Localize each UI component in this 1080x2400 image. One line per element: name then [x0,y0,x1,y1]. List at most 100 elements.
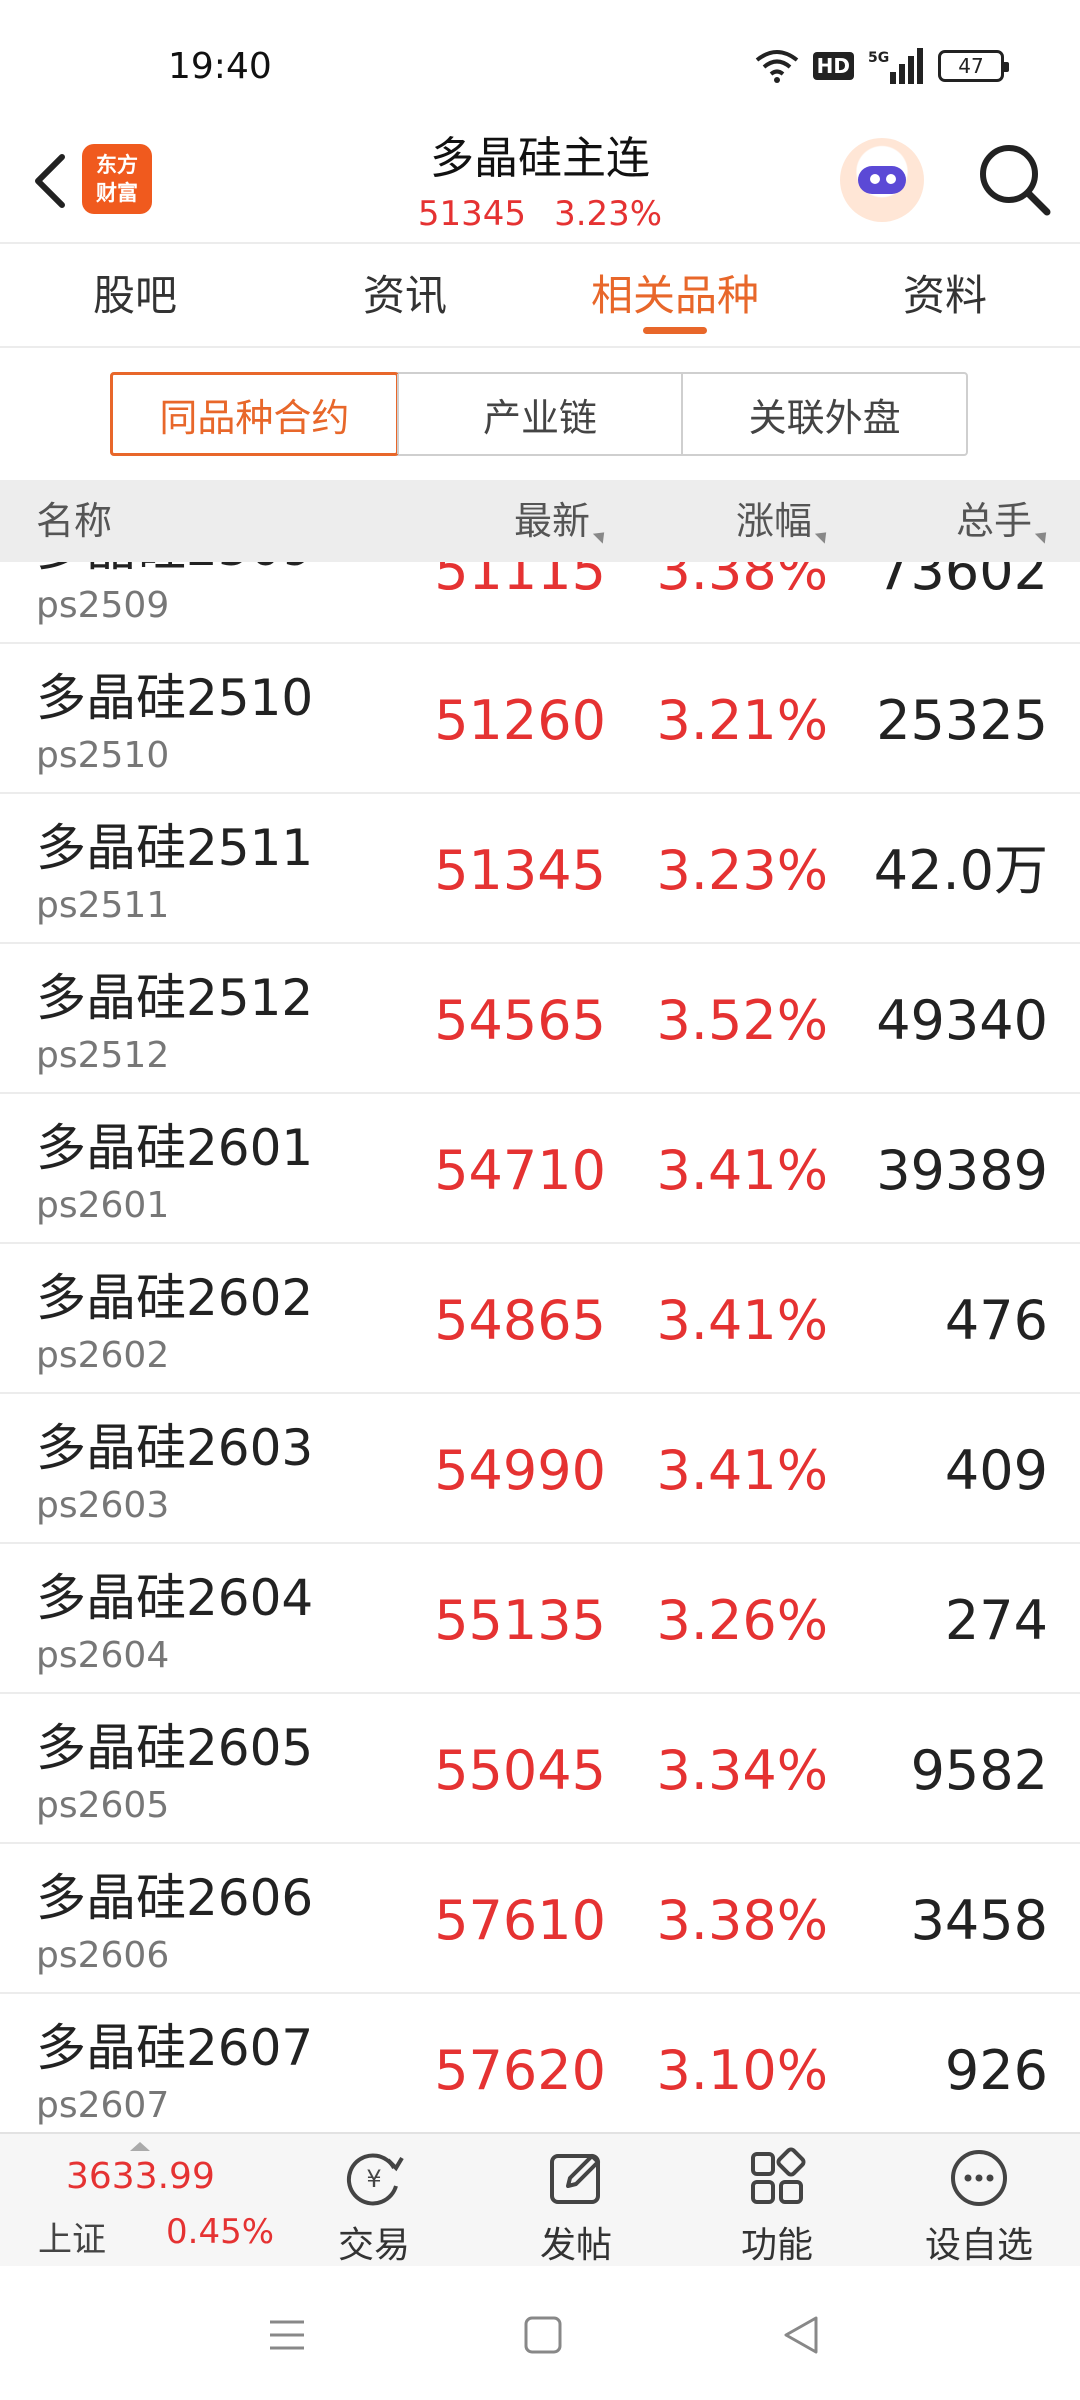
page-title: 多晶硅主连 [430,133,650,184]
contract-code: ps2604 [36,1635,170,1676]
functions-button[interactable]: 功能 [697,2134,857,2268]
contract-name: 多晶硅2604 [36,1569,314,1627]
change-percent: 3.10% [656,2039,828,2102]
latest-price: 51345 [434,839,606,902]
title-quote: 51345 3.23% [340,192,740,236]
latest-price: 54565 [434,989,606,1052]
sort-icon [1034,527,1052,544]
table-row[interactable]: 多晶硅2510 ps2510 51260 3.21% 25325 [0,644,1080,794]
latest-price: 55135 [434,1589,606,1652]
column-name-header: 名称 [36,480,112,562]
contract-name: 多晶硅2512 [36,969,314,1027]
contract-name: 多晶硅2602 [36,1269,314,1327]
trade-button[interactable]: ¥ 交易 [294,2134,454,2268]
signal-icon: 5G [868,48,923,84]
add-watchlist-button[interactable]: 设自选 [899,2134,1059,2268]
post-label: 发帖 [539,2225,612,2266]
latest-price: 54990 [434,1439,606,1502]
total-volume: 42.0万 [873,839,1048,902]
column-latest-header[interactable]: 最新 [513,480,610,562]
contract-code: ps2509 [36,585,170,626]
title-change: 3.23% [554,194,663,234]
robot-face [858,166,906,194]
segment-industry-chain[interactable]: 产业链 [396,374,682,454]
contract-name: 多晶硅2509 [36,562,313,578]
change-percent: 3.23% [656,839,828,902]
column-latest-label: 最新 [513,499,590,543]
segment-same-contracts[interactable]: 同品种合约 [110,372,399,456]
contract-code: ps2602 [36,1335,170,1376]
add-watchlist-label: 设自选 [924,2225,1033,2266]
table-row[interactable]: 多晶硅2602 ps2602 54865 3.41% 476 [0,1244,1080,1394]
tab-guba[interactable]: 股吧 [0,244,270,346]
table-row[interactable]: 多晶硅2509 ps2509 51115 3.38% 73602 [0,562,1080,644]
menu-icon[interactable] [262,2310,312,2360]
home-icon[interactable] [518,2310,568,2360]
edit-icon [550,2154,600,2204]
title-block: 多晶硅主连 51345 3.23% [340,126,740,236]
contract-code: ps2512 [36,1035,170,1076]
total-volume: 9582 [910,1739,1048,1802]
change-percent: 3.26% [656,1589,828,1652]
table-row[interactable]: 多晶硅2607 ps2607 57620 3.10% 926 [0,1994,1080,2132]
contract-name: 多晶硅2603 [36,1419,314,1477]
index-value: 3633.99 [66,2156,215,2197]
latest-price: 57610 [434,1889,606,1952]
brand-logo[interactable]: 东方 财富 [82,144,152,214]
svg-text:5G: 5G [868,50,889,66]
index-ticker[interactable]: 3633.99 上证 0.45% [0,2134,290,2268]
tab-related[interactable]: 相关品种 [540,244,810,346]
functions-label: 功能 [740,2225,813,2266]
back-triangle-icon[interactable] [776,2310,826,2360]
contract-code: ps2605 [36,1785,170,1826]
tab-news[interactable]: 资讯 [270,244,540,346]
latest-price: 55045 [434,1739,606,1802]
table-row[interactable]: 多晶硅2511 ps2511 51345 3.23% 42.0万 [0,794,1080,944]
table-row[interactable]: 多晶硅2603 ps2603 54990 3.41% 409 [0,1394,1080,1544]
search-icon[interactable] [975,140,1055,220]
contract-list-inner: 多晶硅2509 ps2509 51115 3.38% 73602 多晶硅2510 ps251… [0,562,1080,2132]
contract-code: ps2510 [36,735,170,776]
status-bar: 19:40 HD 5G 47 [0,0,1080,120]
contract-name: 多晶硅2606 [36,1869,314,1927]
column-change-label: 涨幅 [735,499,812,543]
latest-price: 57620 [434,2039,606,2102]
sort-icon [814,527,832,544]
table-row[interactable]: 多晶硅2512 ps2512 54565 3.52% 49340 [0,944,1080,1094]
change-percent: 3.52% [656,989,828,1052]
total-volume: 73602 [876,562,1048,602]
contract-code: ps2603 [36,1485,170,1526]
robot-avatar-icon[interactable] [840,138,924,222]
total-volume: 39389 [876,1139,1048,1202]
contract-list[interactable]: 多晶硅2509 ps2509 51115 3.38% 73602 多晶硅2510 ps251… [0,562,1080,2132]
index-change: 0.45% [166,2212,275,2252]
post-button[interactable]: 发帖 [496,2134,656,2268]
change-percent: 3.38% [656,1889,828,1952]
latest-price: 51115 [434,562,606,602]
table-row[interactable]: 多晶硅2605 ps2605 55045 3.34% 9582 [0,1694,1080,1844]
status-time: 19:40 [168,46,272,87]
contract-code: ps2606 [36,1935,170,1976]
title-price: 51345 [417,194,527,234]
bottom-toolbar: 3633.99 上证 0.45% ¥ 交易 发帖 功能 设自选 [0,2132,1080,2266]
back-button[interactable] [20,146,80,216]
table-row[interactable]: 多晶硅2604 ps2604 55135 3.26% 274 [0,1544,1080,1694]
grid-icon [751,2147,806,2204]
column-name-label: 名称 [36,499,113,543]
column-change-header[interactable]: 涨幅 [735,480,832,562]
column-volume-header[interactable]: 总手 [956,480,1052,562]
contract-name: 多晶硅2510 [36,669,314,727]
table-row[interactable]: 多晶硅2606 ps2606 57610 3.38% 3458 [0,1844,1080,1994]
table-row[interactable]: 多晶硅2601 ps2601 54710 3.41% 39389 [0,1094,1080,1244]
contract-code: ps2607 [36,2085,170,2126]
tab-info[interactable]: 资料 [810,244,1080,346]
segment-foreign-markets[interactable]: 关联外盘 [681,374,966,454]
robot-eye-right [886,174,896,184]
battery-icon: 47 [938,50,1009,82]
total-volume: 409 [944,1439,1048,1502]
change-percent: 3.41% [656,1439,828,1502]
change-percent: 3.38% [656,562,828,602]
contract-name: 多晶硅2511 [36,819,314,877]
header: 东方 财富 多晶硅主连 51345 3.23% [0,120,1080,244]
expand-caret-icon [130,2142,150,2151]
